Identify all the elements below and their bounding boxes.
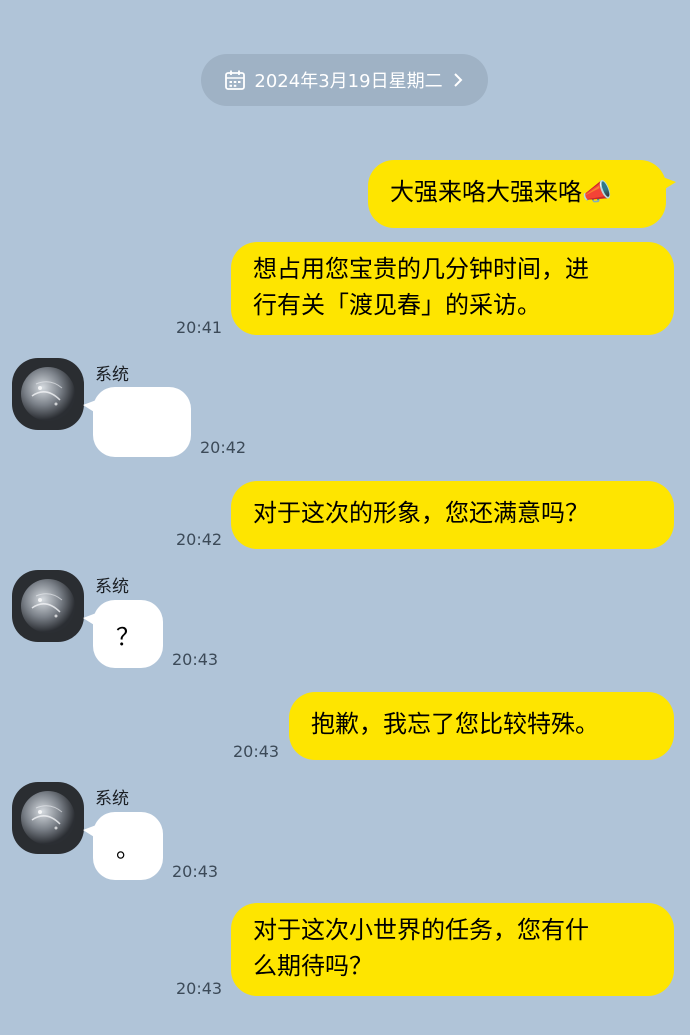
message-timestamp: 20:43 xyxy=(176,979,223,998)
message-bubble-incoming[interactable]: 。 xyxy=(83,812,163,880)
message-timestamp: 20:42 xyxy=(176,530,223,549)
message-bubble-outgoing[interactable]: 大强来咯大强来咯📣 xyxy=(368,160,676,228)
message-text-line: 对于这次小世界的任务，您有什 xyxy=(253,916,589,944)
chevron-right-icon xyxy=(451,71,465,89)
date-chip[interactable]: 2024年3月19日星期二 xyxy=(201,54,488,106)
message-text: 。 xyxy=(116,834,140,863)
message-text: ？ xyxy=(116,622,140,651)
sender-name: 系统 xyxy=(95,577,129,597)
message-bubble-outgoing[interactable]: 对于这次小世界的任务，您有什 么期待吗？ xyxy=(231,903,674,996)
message-bubble-outgoing[interactable]: 抱歉，我忘了您比较特殊。 xyxy=(289,692,674,760)
message-bubble-incoming[interactable]: ？ xyxy=(83,600,163,668)
sender-name: 系统 xyxy=(95,365,129,385)
message-timestamp: 20:42 xyxy=(200,438,247,457)
message-timestamp: 20:43 xyxy=(233,742,280,761)
message-timestamp: 20:41 xyxy=(176,318,223,337)
message-bubble-outgoing[interactable]: 对于这次的形象，您还满意吗？ xyxy=(231,481,674,549)
message-text: 大强来咯大强来咯📣 xyxy=(390,178,612,206)
date-label: 2024年3月19日星期二 xyxy=(254,71,443,92)
message-text-line: 么期待吗？ xyxy=(253,952,373,980)
message-text: 抱歉，我忘了您比较特殊。 xyxy=(311,710,599,738)
message-timestamp: 20:43 xyxy=(172,862,219,881)
system-avatar[interactable] xyxy=(12,570,84,642)
message-text-line: 行有关「渡见春」的采访。 xyxy=(253,291,541,319)
message-bubble-incoming[interactable] xyxy=(83,387,191,457)
sender-name: 系统 xyxy=(95,789,129,809)
message-bubble-outgoing[interactable]: 想占用您宝贵的几分钟时间，进 行有关「渡见春」的采访。 xyxy=(231,242,674,335)
calendar-icon xyxy=(224,69,246,91)
message-text-line: 想占用您宝贵的几分钟时间，进 xyxy=(253,255,589,283)
message-timestamp: 20:43 xyxy=(172,650,219,669)
message-text: 对于这次的形象，您还满意吗？ xyxy=(253,499,589,527)
system-avatar[interactable] xyxy=(12,358,84,430)
system-avatar[interactable] xyxy=(12,782,84,854)
